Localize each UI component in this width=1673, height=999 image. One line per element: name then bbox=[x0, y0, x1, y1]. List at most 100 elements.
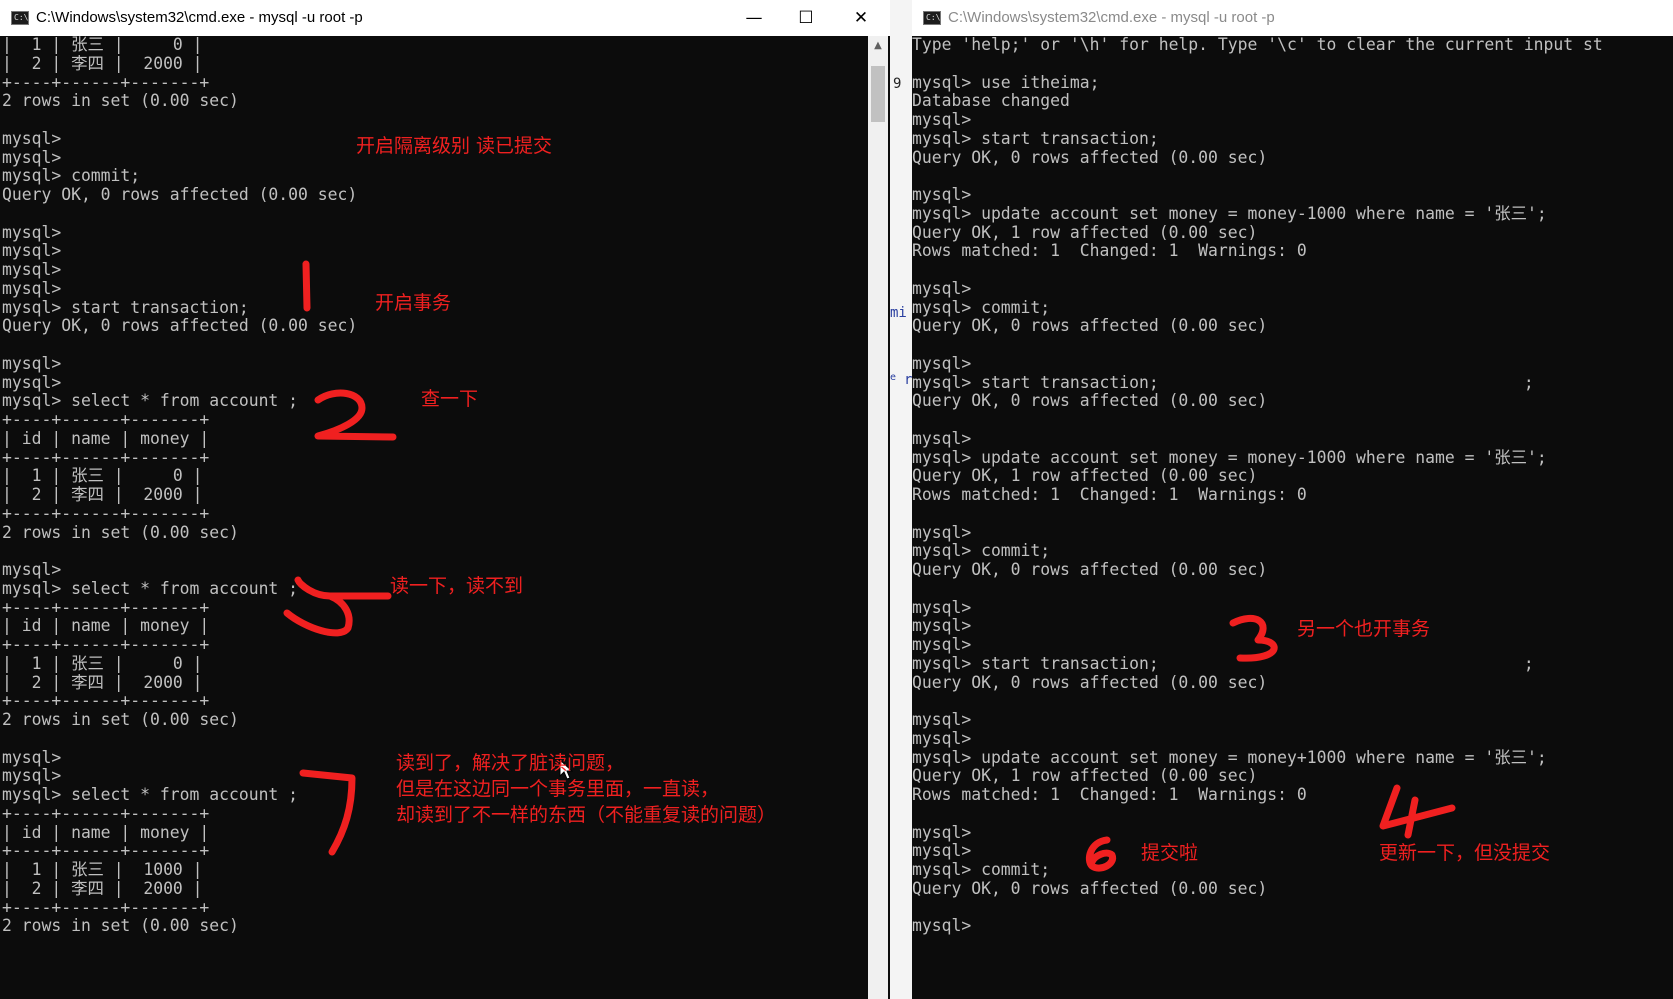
left-console-line: mysql> bbox=[2, 241, 62, 261]
left-title-bar[interactable]: C:\ C:\Windows\system32\cmd.exe - mysql … bbox=[0, 0, 890, 36]
left-console-line: Query OK, 0 rows affected (0.00 sec) bbox=[2, 316, 358, 336]
left-console-line: 2 rows in set (0.00 sec) bbox=[2, 522, 239, 542]
left-console-line: +----+------+-------+ bbox=[2, 897, 210, 917]
right-console-line bbox=[912, 805, 1603, 824]
background-fragment: e bbox=[890, 372, 897, 383]
right-title-bar[interactable]: C:\ C:\Windows\system32\cmd.exe - mysql … bbox=[912, 0, 1673, 36]
right-console-line: Query OK, 0 rows affected (0.00 sec) bbox=[912, 672, 1268, 692]
annotation-step5: 读一下，读不到 bbox=[390, 575, 524, 597]
right-console-line: mysql> bbox=[912, 110, 972, 129]
close-button[interactable]: ✕ bbox=[838, 0, 884, 36]
annotation-step7-line3: 却读到了不一样的东西（不能重复读的问题） bbox=[396, 804, 777, 826]
left-window-title: C:\Windows\system32\cmd.exe - mysql -u r… bbox=[36, 9, 363, 26]
left-console-line bbox=[2, 542, 357, 561]
right-console-line: mysql> commit; bbox=[912, 297, 1051, 317]
annotation-step2: 查一下 bbox=[421, 388, 479, 410]
left-console-line bbox=[2, 336, 357, 355]
left-vertical-scrollbar[interactable]: ▲ bbox=[868, 36, 888, 999]
annotation-step4: 更新一下，但没提交 bbox=[1379, 842, 1551, 864]
right-console-line: Query OK, 0 rows affected (0.00 sec) bbox=[912, 147, 1268, 167]
right-console-line: Query OK, 1 row affected (0.00 sec) bbox=[912, 466, 1258, 486]
left-console-line: 2 rows in set (0.00 sec) bbox=[2, 91, 239, 111]
annotation-step7-line2: 但是在这边同一个事务里面，一直读， bbox=[396, 778, 720, 800]
left-console-line: | 2 | 李四 | 2000 | bbox=[2, 53, 203, 73]
left-console-line: mysql> commit; bbox=[2, 166, 141, 186]
left-console-line: mysql> select * from account ; bbox=[2, 785, 299, 804]
minimize-button[interactable]: — bbox=[731, 0, 777, 36]
right-console-line bbox=[912, 580, 1603, 599]
scroll-up-arrow-icon[interactable]: ▲ bbox=[868, 36, 888, 56]
scrollbar-thumb[interactable] bbox=[871, 66, 885, 122]
right-console-line: Query OK, 1 row affected (0.00 sec) bbox=[912, 222, 1258, 242]
left-console-line: Query OK, 0 rows affected (0.00 sec) bbox=[2, 185, 358, 204]
left-console-line: mysql> bbox=[2, 766, 62, 786]
right-console-line: mysql> bbox=[912, 728, 972, 748]
left-console-line: +----+------+-------+ bbox=[2, 803, 210, 823]
left-console-line: | 1 | 张三 | 1000 | bbox=[2, 860, 203, 879]
left-console-line: | 1 | 张三 | 0 | bbox=[2, 653, 203, 673]
annotation-step1: 开启事务 bbox=[375, 292, 452, 314]
cmd-icon: C:\ bbox=[11, 11, 29, 25]
right-console-line: Query OK, 0 rows affected (0.00 sec) bbox=[912, 316, 1268, 336]
left-console-line: +----+------+-------+ bbox=[2, 597, 210, 617]
right-console-line bbox=[912, 55, 1603, 74]
right-console-line bbox=[912, 336, 1603, 355]
right-console-line: mysql> update account set money = money-… bbox=[912, 203, 1547, 223]
right-console-line: mysql> update account set money = money+… bbox=[912, 747, 1547, 767]
right-console-line bbox=[912, 411, 1603, 430]
right-console-line: mysql> bbox=[912, 522, 972, 542]
left-console-line: | 1 | 张三 | 0 | bbox=[2, 35, 203, 54]
left-console-line bbox=[2, 730, 357, 749]
annotation-step3: 另一个也开事务 bbox=[1297, 618, 1431, 640]
right-console-line: mysql> bbox=[912, 635, 972, 654]
right-console-line: mysql> bbox=[912, 916, 972, 936]
maximize-button[interactable]: ☐ bbox=[783, 0, 829, 36]
right-console-line: Rows matched: 1 Changed: 1 Warnings: 0 bbox=[912, 241, 1307, 261]
left-console-line: | id | name | money | bbox=[2, 428, 210, 448]
right-console-line: mysql> start transaction; bbox=[912, 128, 1159, 148]
right-console-line: Rows matched: 1 Changed: 1 Warnings: 0 bbox=[912, 785, 1307, 804]
right-console-output[interactable]: Type 'help;' or '\h' for help. Type '\c'… bbox=[912, 35, 1603, 936]
left-console-line: mysql> start transaction; bbox=[2, 297, 249, 317]
left-console-output[interactable]: | 1 | 张三 | 0 | | 2 | 李四 | 2000 | +----+---… bbox=[2, 35, 358, 936]
left-console-line: mysql> bbox=[2, 278, 62, 298]
right-console-line: mysql> bbox=[912, 428, 972, 448]
left-console-line: mysql> bbox=[2, 147, 62, 167]
right-console-line: Query OK, 0 rows affected (0.00 sec) bbox=[912, 878, 1268, 898]
left-console-line: | 2 | 李四 | 2000 | bbox=[2, 485, 203, 504]
left-console-line: mysql> select * from account ; bbox=[2, 578, 299, 598]
right-console-line bbox=[912, 167, 1603, 186]
left-console-line bbox=[2, 205, 357, 224]
left-console-line: +----+------+-------+ bbox=[2, 841, 210, 861]
background-fragment: 9 bbox=[893, 76, 902, 92]
left-console-line bbox=[2, 111, 357, 130]
right-terminal-window[interactable]: C:\ C:\Windows\system32\cmd.exe - mysql … bbox=[912, 0, 1673, 999]
left-console-line: 2 rows in set (0.00 sec) bbox=[2, 710, 239, 729]
annotation-step7-line1: 读到了，解决了脏读问题， bbox=[396, 752, 625, 774]
left-console-line: | 2 | 李四 | 2000 | bbox=[2, 878, 203, 898]
right-console-line: Type 'help;' or '\h' for help. Type '\c'… bbox=[912, 35, 1603, 54]
annotation-step6: 提交啦 bbox=[1141, 842, 1199, 864]
right-console-line: mysql> start transaction; ; bbox=[912, 653, 1534, 673]
background-fragment: mi bbox=[890, 305, 907, 321]
left-console-line: | 2 | 李四 | 2000 | bbox=[2, 672, 203, 692]
left-console-line: +----+------+-------+ bbox=[2, 410, 210, 429]
right-console-line bbox=[912, 899, 1603, 918]
cmd-icon: C:\ bbox=[923, 11, 941, 25]
right-console-line: Rows matched: 1 Changed: 1 Warnings: 0 bbox=[912, 485, 1307, 504]
right-console-line: mysql> bbox=[912, 616, 972, 636]
left-console-line: mysql> bbox=[2, 260, 62, 279]
annotation-isolation-level: 开启隔离级别 读已提交 bbox=[356, 135, 553, 157]
left-console-line: mysql> select * from account ; bbox=[2, 391, 299, 411]
left-console-line: +----+------+-------+ bbox=[2, 72, 210, 92]
right-console-line bbox=[912, 692, 1603, 711]
left-console-line: +----+------+-------+ bbox=[2, 503, 210, 523]
right-console-line bbox=[912, 505, 1603, 524]
left-console-line: +----+------+-------+ bbox=[2, 691, 210, 711]
right-window-title: C:\Windows\system32\cmd.exe - mysql -u r… bbox=[948, 9, 1275, 26]
left-console-line: 2 rows in set (0.00 sec) bbox=[2, 916, 239, 936]
right-console-line: mysql> update account set money = money-… bbox=[912, 447, 1547, 467]
left-console-line: | id | name | money | bbox=[2, 822, 210, 842]
right-console-line: mysql> bbox=[912, 185, 972, 204]
right-console-line: Query OK, 0 rows affected (0.00 sec) bbox=[912, 560, 1268, 579]
